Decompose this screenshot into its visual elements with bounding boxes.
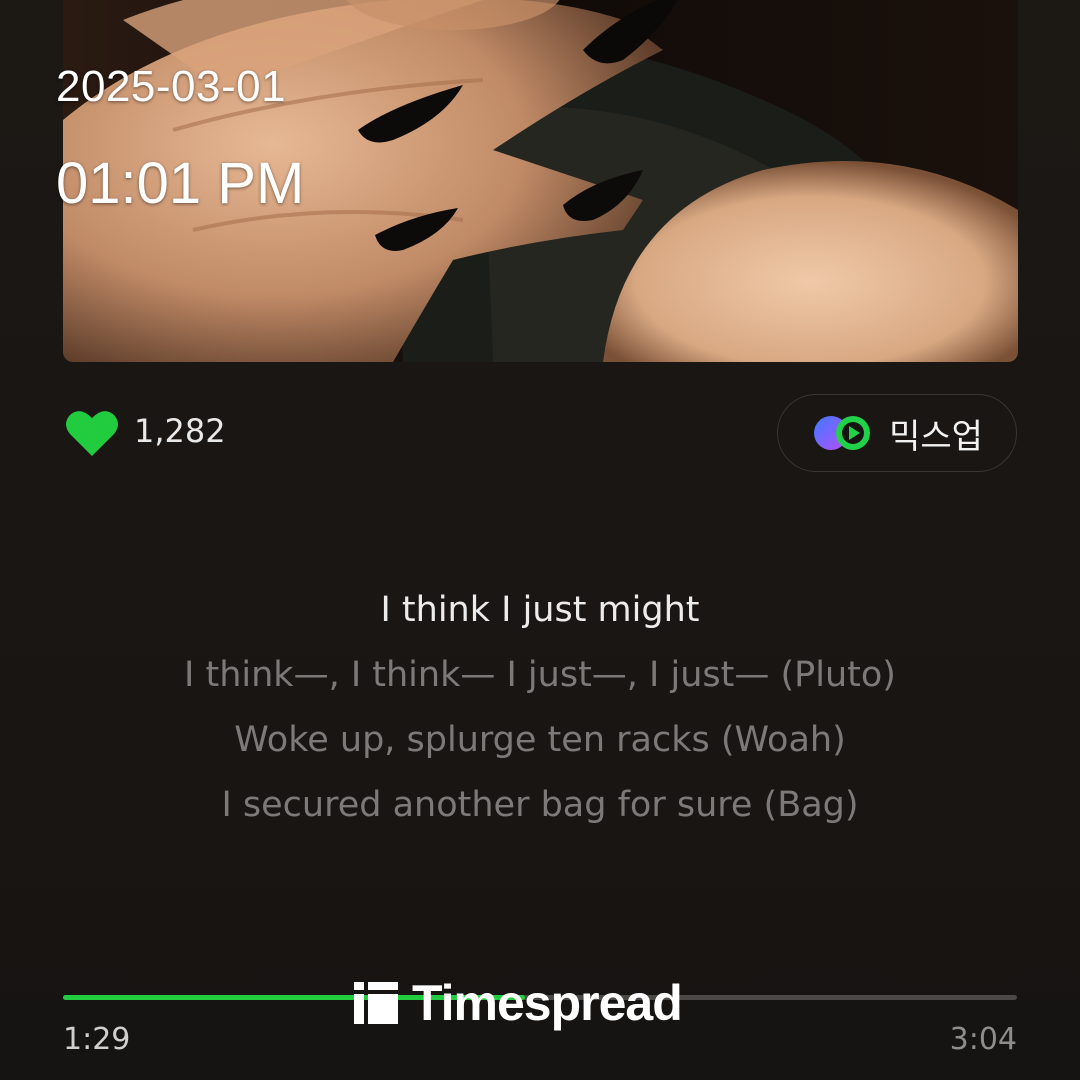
like-count: 1,282 — [134, 412, 226, 450]
mixup-icon — [814, 416, 871, 450]
status-time: 01:01 PM — [56, 151, 305, 216]
lyric-line[interactable]: Woke up, splurge ten racks (Woah) — [0, 708, 1080, 773]
elapsed-time: 1:29 — [63, 1022, 131, 1057]
lyric-line[interactable]: I think—, I think— I just—, I just— (Plu… — [0, 643, 1080, 708]
lyric-line-current[interactable]: I think I just might — [0, 578, 1080, 643]
heart-icon — [66, 411, 118, 456]
lyrics-panel: I think I just might I think—, I think— … — [0, 578, 1080, 838]
timespread-logo — [354, 982, 398, 1024]
mixup-label: 믹스업 — [889, 416, 983, 457]
mixup-button[interactable]: 믹스업 — [777, 394, 1017, 472]
watermark: Timespread — [354, 975, 683, 1031]
watermark-brand: Timespread — [412, 975, 683, 1031]
now-playing-screen: 2025-03-01 01:01 PM 1,282 믹스업 I think I … — [0, 0, 1080, 1080]
lyric-line[interactable]: I secured another bag for sure (Bag) — [0, 773, 1080, 838]
status-date: 2025-03-01 — [56, 62, 287, 111]
total-duration: 3:04 — [949, 1022, 1017, 1057]
like-button[interactable] — [64, 408, 120, 458]
